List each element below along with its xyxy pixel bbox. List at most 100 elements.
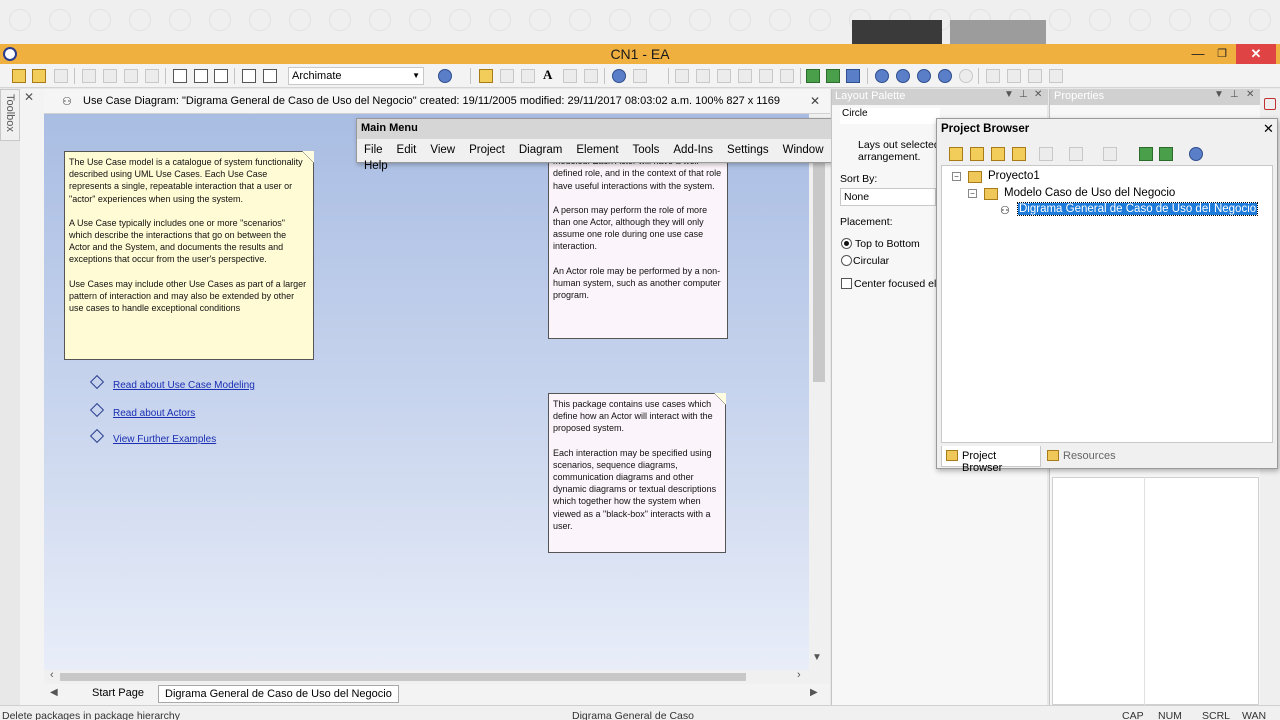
menu-settings[interactable]: Settings (720, 140, 776, 156)
package-control-icon[interactable] (1103, 147, 1117, 161)
move-down-icon[interactable] (1159, 147, 1173, 161)
back-icon[interactable] (806, 69, 820, 83)
open-project-icon[interactable] (32, 69, 46, 83)
zoom-page-icon[interactable] (959, 69, 973, 83)
main-menu-title[interactable]: Main Menu (357, 119, 852, 139)
edit-icon[interactable] (1069, 147, 1083, 161)
actors-note[interactable]: Actors are the users of the system being… (548, 150, 728, 339)
package-description-note[interactable]: This package contains use cases which de… (548, 393, 726, 553)
close-icon[interactable]: ✕ (24, 90, 34, 104)
scroll-right-icon[interactable]: › (797, 669, 801, 681)
menu-window[interactable]: Window (776, 140, 831, 156)
perspective-icon[interactable] (438, 69, 452, 83)
tree-item-diagram[interactable]: Digrama General de Caso de Uso del Negoc… (1016, 202, 1259, 216)
menu-project[interactable]: Project (462, 140, 512, 156)
tab-resources[interactable]: Resources (1043, 446, 1133, 467)
align-center-icon[interactable] (696, 69, 710, 83)
zoom-normal-icon[interactable] (917, 69, 931, 83)
search-model-icon[interactable] (263, 69, 277, 83)
layout-type-field[interactable]: Circle (840, 108, 940, 124)
copy-icon[interactable] (82, 69, 96, 83)
pin-icon[interactable]: ⊥ (1230, 89, 1239, 100)
page-setup-icon[interactable] (194, 69, 208, 83)
tab-start-page[interactable]: Start Page (86, 685, 150, 703)
zoom-in-icon[interactable] (875, 69, 889, 83)
menu-add-ins[interactable]: Add-Ins (666, 140, 720, 156)
use-case-model-note[interactable]: The Use Case model is a catalogue of sys… (64, 151, 314, 360)
paste-icon[interactable] (103, 69, 117, 83)
zoom-fit-icon[interactable] (938, 69, 952, 83)
menu-tools[interactable]: Tools (626, 140, 667, 156)
generate-icon[interactable] (1007, 69, 1021, 83)
bullet-list-icon[interactable] (584, 69, 598, 83)
project-tree[interactable]: − Proyecto1 − Modelo Caso de Uso del Neg… (941, 165, 1273, 443)
text-format-icon[interactable]: A (543, 67, 557, 82)
horizontal-scroll-thumb[interactable] (60, 673, 746, 681)
project-browser-title[interactable]: Project Browser (941, 123, 1029, 135)
link-further-examples[interactable]: View Further Examples (113, 434, 216, 445)
tab-scroll-left-icon[interactable]: ◀ (50, 687, 58, 698)
find-in-browser-icon[interactable] (1039, 147, 1053, 161)
space-evenly-icon[interactable] (780, 69, 794, 83)
close-window-button[interactable]: ✕ (1236, 44, 1276, 64)
diagram-toolbox-icon[interactable] (479, 69, 493, 83)
pin-icon[interactable]: ⊥ (1019, 89, 1028, 100)
link-use-case-modeling[interactable]: Read about Use Case Modeling (113, 380, 255, 391)
same-size-icon[interactable] (759, 69, 773, 83)
tree-item-project[interactable]: Proyecto1 (988, 170, 1040, 182)
diagram-list-icon[interactable] (521, 69, 535, 83)
tab-diagram[interactable]: Digrama General de Caso de Uso del Negoc… (158, 685, 399, 703)
link-about-actors[interactable]: Read about Actors (113, 408, 195, 419)
line-style-icon[interactable] (633, 69, 647, 83)
radio-circular[interactable] (841, 255, 852, 266)
delete-icon[interactable] (1049, 69, 1063, 83)
forward-icon[interactable] (826, 69, 840, 83)
move-up-icon[interactable] (1139, 147, 1153, 161)
maximize-button[interactable]: ❐ (1210, 44, 1234, 64)
close-diagram-button[interactable]: ✕ (810, 94, 820, 108)
center-focused-checkbox[interactable] (841, 278, 852, 289)
chevron-down-icon[interactable]: ▼ (1004, 89, 1014, 100)
notes-icon[interactable] (1264, 98, 1276, 110)
document-icon[interactable] (242, 69, 256, 83)
align-right-icon[interactable] (717, 69, 731, 83)
align-top-icon[interactable] (738, 69, 752, 83)
home-icon[interactable] (846, 69, 860, 83)
zoom-out-icon[interactable] (896, 69, 910, 83)
perspective-select[interactable]: Archimate ▼ (288, 67, 424, 85)
toolbox-tab[interactable]: Toolbox (0, 89, 20, 141)
undo-icon[interactable] (124, 69, 138, 83)
appearance-icon[interactable] (612, 69, 626, 83)
new-model-icon[interactable] (949, 147, 963, 161)
menu-help[interactable]: Help (357, 156, 395, 172)
menu-view[interactable]: View (423, 140, 462, 156)
tab-project-browser[interactable]: Project Browser (941, 446, 1041, 474)
scroll-down-icon[interactable]: ▼ (812, 652, 822, 663)
align-left-icon[interactable] (675, 69, 689, 83)
diagram-view-icon[interactable] (500, 69, 514, 83)
chevron-down-icon[interactable]: ▼ (1214, 89, 1224, 100)
find-icon[interactable] (173, 69, 187, 83)
collapse-icon[interactable]: − (952, 172, 961, 181)
tab-scroll-right-icon[interactable]: ▶ (810, 687, 818, 698)
print-icon[interactable] (214, 69, 228, 83)
new-package-icon[interactable] (970, 147, 984, 161)
settings-icon[interactable] (1028, 69, 1042, 83)
minimize-button[interactable]: — (1186, 44, 1210, 64)
close-icon[interactable]: ✕ (1034, 89, 1042, 100)
save-icon[interactable] (54, 69, 68, 83)
close-project-browser-button[interactable]: ✕ (1263, 121, 1274, 137)
properties-grid[interactable] (1052, 477, 1259, 705)
menu-file[interactable]: File (357, 140, 390, 156)
close-icon[interactable]: ✕ (1246, 89, 1254, 100)
collapse-icon[interactable]: − (968, 189, 977, 198)
menu-diagram[interactable]: Diagram (512, 140, 569, 156)
perspective-icon[interactable] (1189, 147, 1203, 161)
menu-edit[interactable]: Edit (390, 140, 424, 156)
new-diagram-icon[interactable] (991, 147, 1005, 161)
new-project-icon[interactable] (12, 69, 26, 83)
layout-icon[interactable] (986, 69, 1000, 83)
scroll-left-icon[interactable]: ‹ (50, 669, 54, 681)
new-element-icon[interactable] (1012, 147, 1026, 161)
menu-element[interactable]: Element (569, 140, 625, 156)
